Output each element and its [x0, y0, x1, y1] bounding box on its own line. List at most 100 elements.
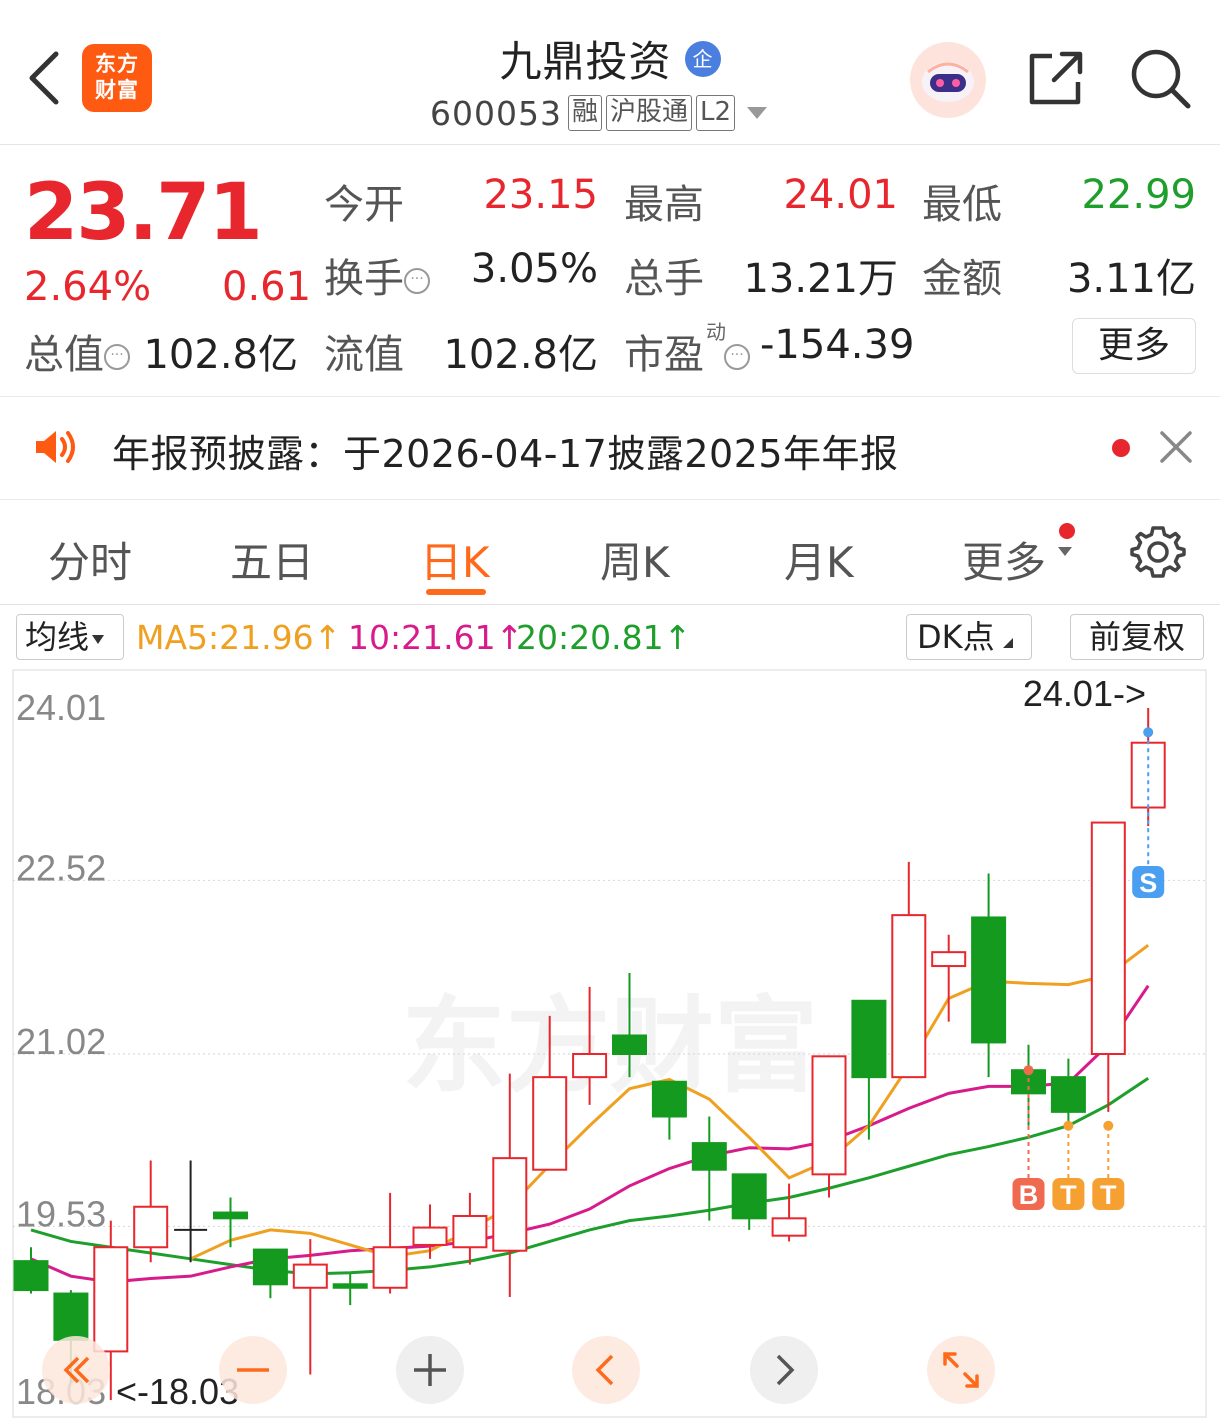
y-tick-label: 24.01	[16, 687, 106, 728]
kline-chart[interactable]: 东方财富 24.0122.5221.0219.5318.03 BTTS 24.0…	[0, 668, 1220, 1425]
y-tick-label: 22.52	[16, 847, 106, 888]
candle-body	[532, 1076, 568, 1171]
close-icon[interactable]	[1156, 427, 1196, 467]
notice-bar[interactable]: 年报预披露：于2026-04-17披露2025年年报	[0, 396, 1220, 500]
candle[interactable]	[651, 1080, 687, 1140]
ma20-text: 20:20.81↑	[516, 618, 692, 657]
prev-button-bg[interactable]	[572, 1336, 640, 1404]
more-quote-button[interactable]: 更多	[1072, 318, 1196, 374]
fullscreen-button-bg[interactable]	[927, 1336, 995, 1404]
stock-code-row[interactable]: 600053 融 沪股通 L2	[430, 92, 768, 134]
next-button[interactable]	[750, 1336, 818, 1404]
volume-value: 13.21万	[743, 256, 898, 302]
prev-button[interactable]	[572, 1336, 640, 1404]
assistant-avatar-icon[interactable]	[910, 42, 986, 118]
candle[interactable]	[1050, 1058, 1086, 1126]
candle[interactable]	[971, 873, 1007, 1078]
float-label: 流值	[324, 332, 404, 378]
candle[interactable]	[811, 1055, 847, 1198]
pe-label[interactable]: 市盈 ···	[624, 322, 750, 380]
candle-body	[93, 1246, 129, 1353]
tab-five-day[interactable]: 五日	[230, 529, 314, 590]
turnover-label-text: 换手	[324, 256, 404, 302]
candle[interactable]	[332, 1273, 368, 1306]
tag-connect: 沪股通	[606, 95, 693, 131]
tab-weekly-k[interactable]: 周K	[600, 529, 670, 590]
corner-caret-icon	[1002, 638, 1013, 648]
candle[interactable]	[691, 1116, 727, 1221]
candle[interactable]	[133, 1160, 169, 1263]
candle-body	[332, 1283, 368, 1289]
fullscreen-button[interactable]	[927, 1336, 995, 1404]
candle-body	[452, 1215, 488, 1249]
dropdown-caret-icon[interactable]	[747, 107, 768, 119]
signal-label: T	[1060, 1180, 1077, 1210]
info-dots-icon[interactable]: ···	[404, 268, 430, 294]
candle-body	[771, 1217, 807, 1237]
mktcap-label[interactable]: 总值 ···	[24, 322, 130, 380]
speaker-icon	[36, 431, 75, 463]
info-dots-icon[interactable]: ···	[724, 344, 750, 370]
info-dots-icon[interactable]: ···	[104, 344, 130, 370]
share-icon[interactable]	[1024, 46, 1088, 110]
enterprise-badge-icon: 企	[684, 40, 721, 77]
signal-marker[interactable]: T	[1092, 1120, 1125, 1210]
candle[interactable]	[252, 1248, 288, 1299]
high-value: 24.01	[783, 172, 898, 218]
dk-point-label: DK点	[917, 618, 995, 656]
notice-text[interactable]: 年报预披露：于2026-04-17披露2025年年报	[112, 423, 899, 478]
candle[interactable]	[891, 861, 927, 1079]
float-value: 102.8亿	[443, 332, 598, 378]
signal-marker[interactable]: T	[1052, 1120, 1085, 1210]
candle[interactable]	[492, 1073, 528, 1298]
candle[interactable]	[372, 1192, 408, 1294]
candle[interactable]	[771, 1183, 807, 1242]
tab-monthly-k[interactable]: 月K	[784, 529, 854, 590]
kline-svg[interactable]: 东方财富 24.0122.5221.0219.5318.03 BTTS 24.0…	[0, 668, 1220, 1425]
signal-dot	[1063, 1120, 1074, 1131]
candle[interactable]	[412, 1204, 448, 1259]
candle[interactable]	[1090, 821, 1126, 1112]
turnover-label[interactable]: 换手 ···	[324, 246, 430, 304]
ma20-line	[30, 1077, 1150, 1276]
candle-body	[691, 1142, 727, 1171]
tab-daily-k[interactable]: 日K	[420, 529, 490, 590]
stock-name: 九鼎投资	[499, 37, 672, 86]
tab-intraday[interactable]: 分时	[48, 529, 132, 590]
candle-body	[412, 1226, 448, 1246]
zoom-out-button[interactable]	[219, 1336, 287, 1404]
candle-body	[971, 916, 1007, 1044]
candle[interactable]	[931, 934, 967, 1022]
next-button-bg[interactable]	[750, 1336, 818, 1404]
tab-more[interactable]: 更多	[962, 529, 1046, 590]
dk-point-button[interactable]: DK点	[906, 614, 1032, 660]
pe-label-text: 市盈	[624, 332, 704, 378]
candle[interactable]	[213, 1197, 248, 1248]
y-tick-label: 19.53	[16, 1193, 106, 1234]
candle-body	[651, 1080, 687, 1118]
y-tick-label: 21.02	[16, 1021, 106, 1062]
candle[interactable]	[292, 1239, 328, 1375]
candle[interactable]	[452, 1192, 488, 1265]
tag-level2: L2	[696, 95, 736, 131]
adjust-button[interactable]: 前复权	[1070, 614, 1204, 660]
candle-body	[13, 1260, 49, 1292]
search-icon[interactable]	[1128, 46, 1194, 110]
candle[interactable]	[13, 1247, 49, 1294]
zoom-in-button[interactable]	[396, 1336, 464, 1404]
low-label: 最低	[922, 182, 1002, 228]
tag-margin: 融	[567, 95, 602, 131]
candle[interactable]	[174, 1160, 208, 1263]
candle-body	[612, 1034, 647, 1056]
candle[interactable]	[731, 1173, 767, 1230]
rewind-button[interactable]	[42, 1336, 110, 1404]
candle-body	[851, 999, 887, 1079]
quote-panel: 23.71 2.64% 0.61 今开 23.15 最高 24.01 最低 22…	[0, 146, 1220, 396]
ma-select-label: 均线	[25, 618, 90, 656]
ma-select-dropdown[interactable]: 均线	[16, 614, 124, 660]
ma10-text: 10:21.61↑	[348, 618, 524, 657]
candle[interactable]	[851, 999, 887, 1140]
signal-dot	[1143, 727, 1154, 738]
gear-icon[interactable]	[1130, 524, 1186, 580]
candle-body	[572, 1053, 608, 1079]
